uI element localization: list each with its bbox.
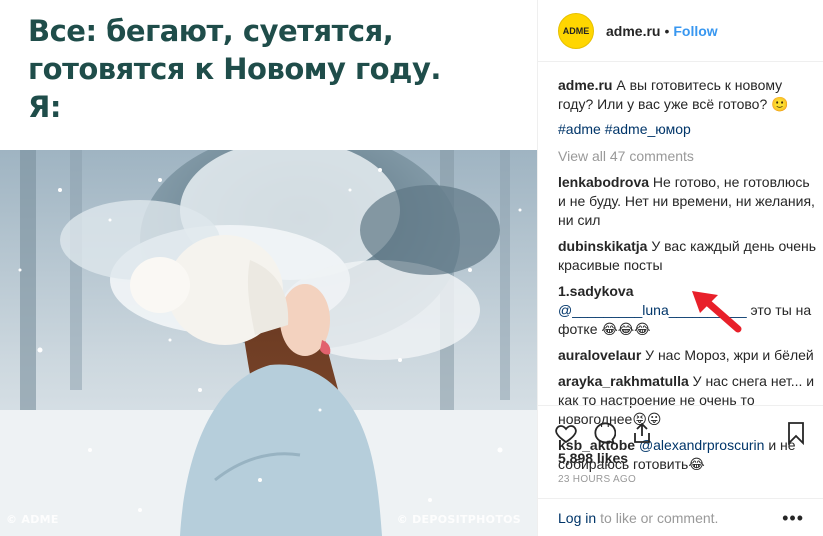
red-arrow-icon [692, 291, 742, 333]
separator-dot: • [664, 22, 670, 39]
more-options-icon[interactable]: ••• [782, 508, 804, 529]
login-link[interactable]: Log in [558, 510, 596, 526]
comment-item: auraloveIaur У нас Мороз, жри и бёлей [558, 346, 818, 365]
comment-text: У нас Мороз, жри и бёлей [645, 347, 814, 363]
post-header: ADME adme.ru • Follow [538, 0, 823, 62]
image-caption-line-3: Я: [28, 90, 61, 124]
comment-item: dubinskikatja У вас каждый день очень кр… [558, 237, 818, 275]
image-caption: Все: бегают, суетятся, готовятся к Новом… [28, 12, 441, 126]
bookmark-icon[interactable] [784, 421, 808, 445]
watermark-depositphotos: © DEPOSITPHOTOS [396, 513, 521, 526]
avatar[interactable]: ADME [558, 12, 594, 49]
comment-username[interactable]: 1.sadykova [558, 283, 634, 299]
image-caption-line-1: Все: бегают, суетятся, [28, 14, 394, 48]
follow-button[interactable]: Follow [673, 23, 717, 39]
comment-icon[interactable] [592, 421, 616, 445]
winter-photo-illustration [0, 150, 537, 536]
winter-photo [0, 150, 537, 536]
login-prompt: Log in to like or comment. ••• [538, 498, 823, 536]
comment-username[interactable]: auraloveIaur [558, 347, 641, 363]
view-all-comments-link[interactable]: View all 47 comments [558, 148, 818, 164]
comment-item: lenkabodrova Не готово, не готовлюсь и н… [558, 173, 818, 230]
share-icon[interactable] [630, 421, 654, 445]
actions-section: 5,898 likes 23 HOURS AGO Log in to like … [538, 405, 823, 536]
post-sidebar: ADME adme.ru • Follow adme.ru А вы готов… [537, 0, 823, 536]
avatar-text: ADME [562, 25, 590, 36]
comment-username[interactable]: arayka_rakhmatulla [558, 373, 689, 389]
author-caption: adme.ru А вы готовитесь к новому году? И… [558, 76, 818, 114]
heart-icon[interactable] [554, 421, 578, 445]
post-image[interactable]: Все: бегают, суетятся, готовятся к Новом… [0, 0, 537, 536]
comment-username[interactable]: adme.ru [558, 77, 612, 93]
login-suffix: to like or comment. [600, 510, 719, 526]
comment-username[interactable]: lenkabodrova [558, 174, 649, 190]
action-icons [538, 406, 823, 450]
post-timestamp[interactable]: 23 HOURS AGO [538, 474, 823, 485]
hashtags[interactable]: #adme #adme_юмор [558, 121, 818, 137]
username-link[interactable]: adme.ru [606, 23, 660, 39]
likes-count[interactable]: 5,898 likes [538, 450, 823, 466]
comment-username[interactable]: dubinskikatja [558, 238, 647, 254]
image-caption-line-2: готовятся к Новому году. [28, 52, 441, 86]
watermark-adme: © ADME [6, 513, 59, 526]
